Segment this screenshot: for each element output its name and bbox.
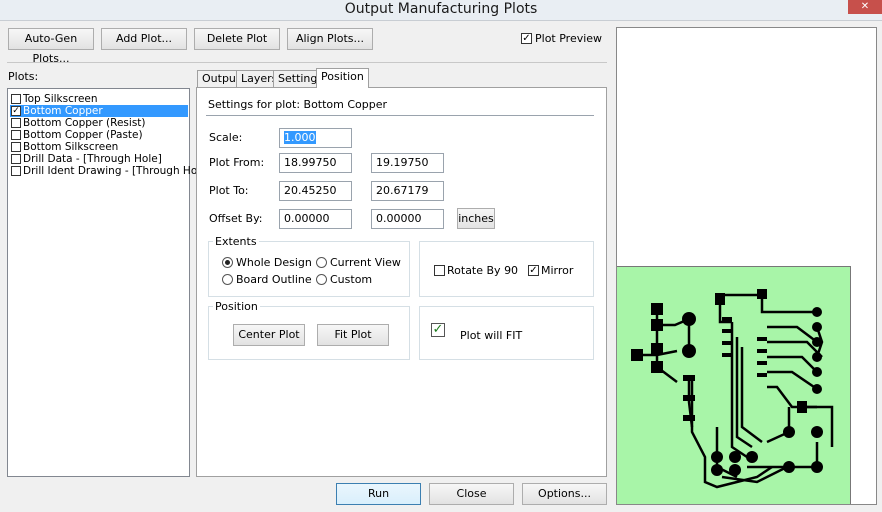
plots-label: Plots:: [8, 70, 39, 83]
units-button[interactable]: inches: [457, 208, 495, 229]
pcb-preview-board: [617, 266, 851, 504]
position-panel: Settings for plot: Bottom Copper Scale: …: [196, 87, 607, 477]
add-plot-button[interactable]: Add Plot...: [101, 28, 187, 50]
plot-item-checkbox[interactable]: [11, 118, 21, 128]
plot-item-bottom-copper[interactable]: ✓ Bottom Copper: [10, 105, 188, 117]
plot-to-x-input[interactable]: 20.45250: [279, 181, 352, 201]
board-outline-radio[interactable]: [222, 274, 233, 285]
plot-to-label: Plot To:: [209, 184, 249, 197]
offset-y-input[interactable]: 0.00000: [371, 209, 444, 229]
scale-input[interactable]: 1.000: [279, 128, 352, 148]
extents-title: Extents: [213, 235, 259, 248]
custom-label: Custom: [330, 273, 373, 286]
plot-item-label: Top Silkscreen: [23, 93, 98, 105]
extents-group: [208, 241, 410, 297]
plot-from-y-input[interactable]: 19.19750: [371, 153, 444, 173]
position-group-title: Position: [213, 300, 260, 313]
plot-preview-checkbox[interactable]: ✓: [521, 33, 532, 44]
current-view-label: Current View: [330, 256, 401, 269]
board-outline-label: Board Outline: [236, 273, 312, 286]
plot-item-checkbox[interactable]: [11, 94, 21, 104]
plot-item-label: Bottom Copper: [23, 105, 103, 117]
plot-item-checkbox[interactable]: ✓: [11, 106, 21, 116]
plot-item-checkbox[interactable]: [11, 166, 21, 176]
fit-status-label: Plot will FIT: [460, 329, 523, 342]
plot-item-bottom-copper-resist[interactable]: Bottom Copper (Resist): [10, 117, 188, 129]
plot-item-drill-data[interactable]: Drill Data - [Through Hole]: [10, 153, 188, 165]
plot-to-y-input[interactable]: 20.67179: [371, 181, 444, 201]
tab-position[interactable]: Position: [316, 68, 369, 88]
plot-item-label: Drill Ident Drawing - [Through Hole]: [23, 165, 211, 177]
mirror-checkbox[interactable]: ✓: [528, 265, 539, 276]
delete-plot-button[interactable]: Delete Plot: [194, 28, 280, 50]
toolbar-divider: [7, 62, 607, 63]
align-plots-button[interactable]: Align Plots...: [287, 28, 373, 50]
plot-item-checkbox[interactable]: [11, 142, 21, 152]
close-window-button[interactable]: ✕: [848, 0, 882, 14]
whole-design-radio[interactable]: [222, 257, 233, 268]
plot-item-top-silkscreen[interactable]: Top Silkscreen: [10, 93, 188, 105]
offset-by-label: Offset By:: [209, 212, 263, 225]
plots-list[interactable]: Top Silkscreen ✓ Bottom Copper Bottom Co…: [7, 88, 211, 477]
plot-item-checkbox[interactable]: [11, 154, 21, 164]
custom-radio[interactable]: [316, 274, 327, 285]
plot-item-label: Bottom Copper (Paste): [23, 129, 143, 141]
run-button[interactable]: Run: [336, 483, 421, 505]
plot-from-label: Plot From:: [209, 156, 265, 169]
center-plot-button[interactable]: Center Plot: [233, 324, 305, 346]
fit-ok-icon: ✓: [431, 322, 445, 337]
auto-gen-plots-button[interactable]: Auto-Gen Plots...: [8, 28, 94, 65]
plot-item-bottom-copper-paste[interactable]: Bottom Copper (Paste): [10, 129, 188, 141]
scale-value: 1.000: [284, 131, 316, 144]
options-button[interactable]: Options...: [522, 483, 607, 505]
heading-divider: [206, 115, 594, 116]
scale-label: Scale:: [209, 131, 243, 144]
rotate-by-90-label: Rotate By 90: [447, 264, 519, 277]
plot-item-label: Bottom Copper (Resist): [23, 117, 146, 129]
current-view-radio[interactable]: [316, 257, 327, 268]
plot-item-drill-ident-drawing[interactable]: Drill Ident Drawing - [Through Hole]: [10, 165, 211, 177]
plot-item-label: Bottom Silkscreen: [23, 141, 119, 153]
offset-x-input[interactable]: 0.00000: [279, 209, 352, 229]
mirror-label: Mirror: [541, 264, 574, 277]
plot-from-x-input[interactable]: 18.99750: [279, 153, 352, 173]
plot-item-bottom-silkscreen[interactable]: Bottom Silkscreen: [10, 141, 188, 153]
settings-heading: Settings for plot: Bottom Copper: [208, 98, 388, 111]
whole-design-label: Whole Design: [236, 256, 312, 269]
plot-preview-label: Plot Preview: [535, 32, 603, 45]
pcb-traces-graphic: [631, 289, 834, 489]
rotate-by-90-checkbox[interactable]: [434, 265, 445, 276]
plot-item-checkbox[interactable]: [11, 130, 21, 140]
fit-plot-button[interactable]: Fit Plot: [317, 324, 389, 346]
close-button[interactable]: Close: [429, 483, 514, 505]
plot-item-label: Drill Data - [Through Hole]: [23, 153, 162, 165]
window-title: Output Manufacturing Plots: [344, 1, 538, 17]
